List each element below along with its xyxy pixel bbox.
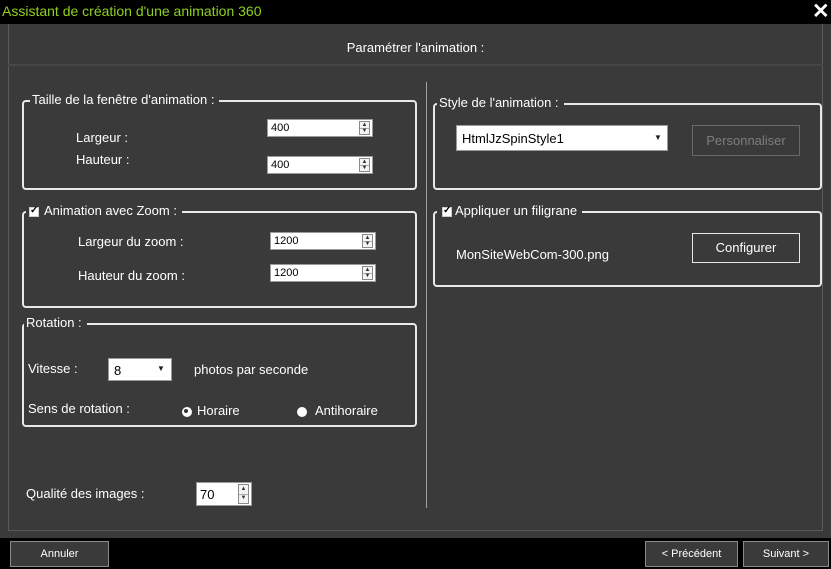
quality-value: 70 (200, 487, 215, 502)
watermark-checkbox[interactable]: ✓ (442, 205, 452, 217)
zoom-height-spin-buttons[interactable]: ▲ ▼ (362, 266, 373, 280)
footer-bar: Annuler < Précédent Suivant > (0, 538, 831, 569)
height-value: 400 (271, 159, 290, 171)
window-size-legend: Taille de la fenêtre d'animation : (30, 92, 220, 108)
style-group: Style de l'animation : HtmlJzSpinStyle1 … (433, 95, 822, 190)
spin-down-icon[interactable]: ▼ (360, 165, 369, 171)
direction-label: Sens de rotation : (28, 401, 130, 416)
title-bar: Assistant de création d'une animation 36… (0, 0, 831, 24)
watermark-file: MonSiteWebCom-300.png (456, 247, 609, 262)
style-value: HtmlJzSpinStyle1 (462, 131, 564, 146)
height-spin-buttons[interactable]: ▲ ▼ (359, 158, 370, 172)
zoom-height-stepper[interactable]: 1200 ▲ ▼ (270, 264, 376, 282)
width-label: Largeur : (76, 130, 129, 145)
spin-down-icon[interactable]: ▼ (363, 241, 372, 247)
speed-unit: photos par seconde (194, 362, 309, 377)
zoom-group: Animation avec Zoom : ✓ Largeur du zoom … (22, 203, 417, 308)
page-subtitle: Paramétrer l'animation : (346, 40, 485, 55)
width-stepper[interactable]: 400 ▲ ▼ (267, 119, 373, 137)
watermark-legend: Appliquer un filigrane (437, 203, 583, 219)
column-divider (426, 82, 427, 508)
counterclockwise-label[interactable]: Antihoraire (315, 403, 378, 418)
watermark-group: Appliquer un filigrane ✓ MonSiteWebCom-3… (433, 203, 822, 287)
quality-spin-buttons[interactable]: ▲ ▼ (238, 484, 249, 504)
rotation-group: Rotation : Vitesse : 8 ▼ photos par seco… (22, 315, 417, 427)
rotation-legend: Rotation : (24, 315, 87, 331)
speed-select[interactable]: 8 ▼ (108, 358, 172, 381)
close-icon[interactable]: ✕ (812, 0, 830, 24)
window-title: Assistant de création d'une animation 36… (2, 3, 262, 19)
width-spin-buttons[interactable]: ▲ ▼ (359, 121, 370, 135)
spin-down-icon[interactable]: ▼ (239, 494, 248, 503)
zoom-height-value: 1200 (274, 267, 299, 279)
counterclockwise-radio[interactable] (297, 407, 307, 417)
clockwise-label[interactable]: Horaire (197, 403, 240, 418)
height-stepper[interactable]: 400 ▲ ▼ (267, 156, 373, 174)
quality-label: Qualité des images : (26, 486, 145, 501)
clockwise-radio[interactable] (182, 407, 192, 417)
style-legend: Style de l'animation : (437, 95, 564, 111)
speed-label: Vitesse : (28, 361, 78, 376)
height-label: Hauteur : (76, 152, 130, 167)
zoom-width-spin-buttons[interactable]: ▲ ▼ (362, 234, 373, 248)
spin-down-icon[interactable]: ▼ (360, 128, 369, 134)
next-button[interactable]: Suivant > (743, 541, 829, 567)
spin-down-icon[interactable]: ▼ (363, 273, 372, 279)
previous-button[interactable]: < Précédent (645, 541, 738, 567)
zoom-width-stepper[interactable]: 1200 ▲ ▼ (270, 232, 376, 250)
zoom-width-label: Largeur du zoom : (78, 234, 184, 249)
quality-stepper[interactable]: 70 ▲ ▼ (196, 482, 252, 506)
customize-button[interactable]: Personnaliser (692, 125, 800, 156)
header-divider (8, 64, 823, 66)
window-size-group: Taille de la fenêtre d'animation : Large… (22, 92, 417, 190)
style-select[interactable]: HtmlJzSpinStyle1 ▼ (456, 125, 668, 151)
speed-value: 8 (114, 363, 122, 378)
checkmark-icon: ✓ (30, 205, 39, 216)
cancel-button[interactable]: Annuler (10, 541, 109, 567)
configure-button[interactable]: Configurer (692, 233, 800, 263)
chevron-down-icon[interactable]: ▼ (651, 133, 665, 142)
checkmark-icon: ✓ (443, 205, 452, 216)
zoom-width-value: 1200 (274, 235, 299, 247)
zoom-height-label: Hauteur du zoom : (78, 268, 185, 283)
chevron-down-icon[interactable]: ▼ (154, 364, 168, 373)
width-value: 400 (271, 122, 290, 134)
zoom-legend: Animation avec Zoom : (26, 203, 182, 219)
zoom-checkbox[interactable]: ✓ (29, 205, 39, 217)
